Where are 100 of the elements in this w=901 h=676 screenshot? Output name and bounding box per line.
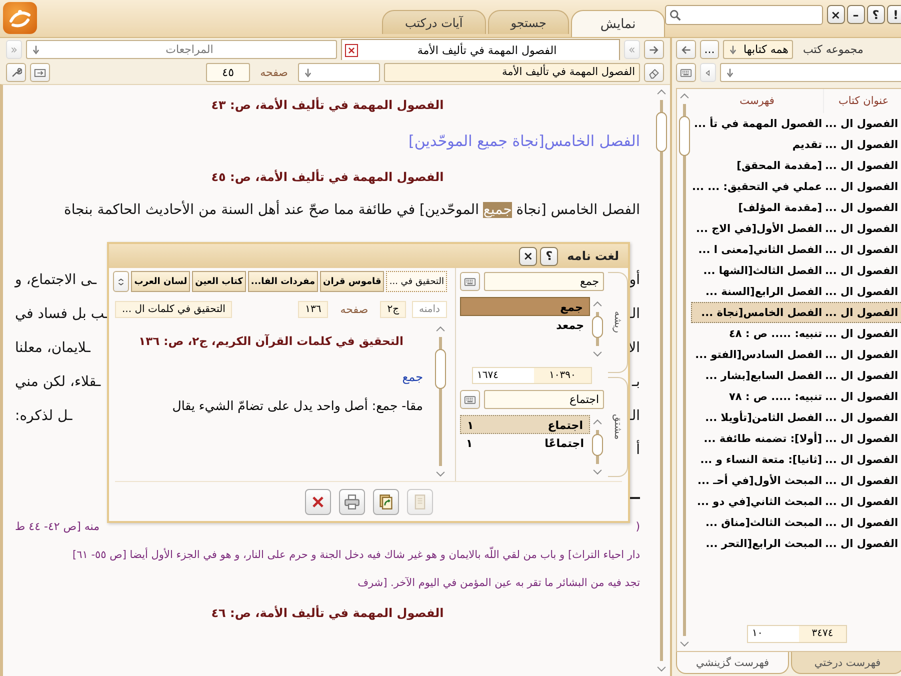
keyboard-button[interactable] xyxy=(460,390,480,409)
footnote-fragment: منه [ص ٤٢- ٤٤ ط xyxy=(15,519,100,535)
index-row[interactable]: الفصول ال ... المبحث الأول[في أحـ ... xyxy=(691,470,901,491)
search-field[interactable]: جمع xyxy=(484,272,604,291)
search-field[interactable]: اجتماع xyxy=(484,390,604,409)
book-field[interactable]: التحقيق في كلمات ال ... xyxy=(115,301,232,318)
side-tab[interactable]: ريشه xyxy=(608,272,628,372)
scrollbar-thumb[interactable] xyxy=(656,112,666,152)
dictionary-tab[interactable]: مفردات الفا... xyxy=(248,271,318,292)
scroll-tabs-button[interactable] xyxy=(113,271,130,292)
count-text: ١ xyxy=(467,418,474,433)
search-dropdown[interactable] xyxy=(720,63,901,82)
close-button[interactable]: × xyxy=(826,5,845,24)
index-entry-cell-text: المبحث الثالث[مناق ... xyxy=(704,516,822,528)
settings-button[interactable] xyxy=(6,63,26,82)
reference-dropdown[interactable]: المراجعات xyxy=(26,40,337,59)
book-field[interactable]: الفصول المهمة في تأليف الأمة xyxy=(384,63,640,82)
page-field[interactable]: ٤٥ xyxy=(206,63,250,82)
dictionary-tab[interactable]: لسان العرب xyxy=(131,271,190,292)
text-fragment: أو xyxy=(629,269,640,290)
root-item[interactable]: جمعد xyxy=(460,316,590,335)
print-button[interactable] xyxy=(338,488,364,514)
index-row[interactable]: الفصول ال ... الفصل الأول[في الاج ... xyxy=(691,218,901,239)
index-row[interactable]: الفصول ال ... المبحث الرابع[التحر ... xyxy=(691,533,901,554)
index-row[interactable]: الفصول ال ... المبحث الثاني[في دو ... xyxy=(691,491,901,512)
minimize-button[interactable]: – xyxy=(846,5,865,24)
export-button[interactable] xyxy=(30,63,50,82)
dialog-title: لغت نامه xyxy=(566,249,620,263)
side-tab[interactable]: مشتق xyxy=(608,376,628,477)
definition-text: مقا- جمع: أصل واحد يدل على تضامّ الشيء يقال xyxy=(171,398,423,413)
close-tab-icon[interactable] xyxy=(344,44,358,56)
index-tab[interactable]: فهرست گزينشي xyxy=(676,652,790,674)
text-fragment: ـقلاء، لكن مني xyxy=(15,373,101,392)
view-tab[interactable]: آيات دركتب xyxy=(382,10,486,34)
view-tab[interactable]: نمايش xyxy=(571,10,665,37)
index-row[interactable]: الفصول ال ... الفصل الثالث[الشها ... xyxy=(691,260,901,281)
index-row[interactable]: الفصول ال ... [ثانيا]: متعة النساء و ... xyxy=(691,449,901,470)
index-row[interactable]: الفصول ال ... الفصل السادس[الفتو ... xyxy=(691,344,901,365)
search-field[interactable] xyxy=(664,4,823,24)
forward-button[interactable] xyxy=(644,40,664,59)
help-button[interactable]: ؟ xyxy=(540,246,558,266)
index-row[interactable]: الفصول ال ... تنبيه: ..... ص : ٤٨ xyxy=(691,323,901,344)
cancel-button[interactable] xyxy=(304,488,330,514)
index-entry-cell-text: الفصل السابع[بشار ... xyxy=(704,370,822,382)
index-row[interactable]: الفصول ال ... عملي في التحقيق: ... ... xyxy=(691,176,901,197)
index-row[interactable]: الفصول ال ... الفصل الخامس[نجاة ... xyxy=(691,302,901,323)
scrollbar-thumb[interactable] xyxy=(434,349,446,389)
index-row[interactable]: الفصول ال ... [مقدمة المؤلف] xyxy=(691,197,901,218)
book-title-cell-text: الفصول ال ... xyxy=(824,328,900,340)
derived-item[interactable]: اجتماع ١ xyxy=(460,415,590,434)
book-title-cell-text: الفصول ال ... xyxy=(824,306,900,318)
derived-item[interactable]: اجتماعًا ١ xyxy=(460,434,590,453)
root-item[interactable]: جمع xyxy=(460,297,590,316)
index-row[interactable]: الفصول ال ... الفصول المهمة في تأ ... xyxy=(691,113,901,134)
index-row[interactable]: الفصول ال ... تقديم xyxy=(691,134,901,155)
index-row[interactable]: الفصول ال ... الفصل الثاني[معنى ا ... xyxy=(691,239,901,260)
scrollbar-thumb[interactable] xyxy=(678,116,690,156)
wrench-icon xyxy=(10,66,22,78)
book-title-cell-text: الفصول ال ... xyxy=(824,180,900,192)
word-text: اجتماعًا xyxy=(544,436,584,452)
scope-field[interactable]: دامنه xyxy=(412,301,447,318)
section-dropdown[interactable] xyxy=(298,63,380,82)
scrollbar-thumb[interactable] xyxy=(592,316,602,338)
page-field[interactable]: ١٣٦ xyxy=(298,301,328,318)
index-row[interactable]: الفصول ال ... الفصل الثامن[تأويلا ... xyxy=(691,407,901,428)
scrollbar-thumb[interactable] xyxy=(592,434,602,456)
volume-field[interactable]: ج٢ xyxy=(380,301,406,318)
index-row[interactable]: الفصول ال ... [أولا]: تضمنه طائفة ... xyxy=(691,428,901,449)
dictionary-tab[interactable]: كتاب العين xyxy=(192,271,246,292)
count-text: ١ xyxy=(466,436,473,452)
dictionary-tab[interactable]: قاموس قران xyxy=(320,271,384,292)
index-row[interactable]: الفصول ال ... تنبيه: ..... ص : ٧٨ xyxy=(691,386,901,407)
index-tab[interactable]: فهرست درختي xyxy=(791,652,901,674)
footnote-text: دار احياء التراث] و باب من لقي اللّه بالايمان و هو غير شاك فيه دخل الجنة و حرم على النار، و هو في الجزء الأول أيضا [ص ٥٥- ٦١] xyxy=(15,541,640,569)
keyboard-icon xyxy=(680,66,692,78)
index-row[interactable]: الفصول ال ... [مقدمة المحقق] xyxy=(691,155,901,176)
printer-icon xyxy=(344,494,360,510)
down-arrow-icon xyxy=(724,66,736,78)
column-header[interactable]: عنوان كتاب xyxy=(823,89,901,113)
collection-dropdown[interactable]: همه كتابها xyxy=(723,40,793,59)
text-fragment: أ xyxy=(636,439,640,460)
index-row[interactable]: الفصول ال ... المبحث الثالث[مناق ... xyxy=(691,512,901,533)
keyboard-button[interactable] xyxy=(460,272,480,291)
keyboard-button[interactable] xyxy=(676,63,696,82)
index-entry-cell-text: الفصل الثاني[معنى ا ... xyxy=(697,244,822,256)
column-header[interactable]: فهرست xyxy=(691,89,824,113)
dictionary-tab[interactable]: التحقيق في ... xyxy=(386,271,447,292)
help-button[interactable]: ؟ xyxy=(866,5,885,24)
book-tab[interactable]: الفصول المهمة في تأليف الأمة xyxy=(340,39,620,60)
book-title-cell-text: الفصول ال ... xyxy=(824,348,900,360)
back-button[interactable] xyxy=(676,40,696,59)
book-title-cell-text: الفصول ال ... xyxy=(824,160,900,172)
alert-button[interactable]: ! xyxy=(886,5,901,24)
view-tab[interactable]: جستجو xyxy=(488,10,570,34)
index-row[interactable]: الفصول ال ... الفصل الرابع[السنة ... xyxy=(691,281,901,302)
close-button[interactable]: × xyxy=(519,246,538,266)
index-row[interactable]: الفصول ال ... الفصل السابع[بشار ... xyxy=(691,365,901,386)
exit-icon xyxy=(34,66,46,78)
copy-button[interactable] xyxy=(372,488,398,514)
more-button[interactable]: ... xyxy=(700,40,719,59)
